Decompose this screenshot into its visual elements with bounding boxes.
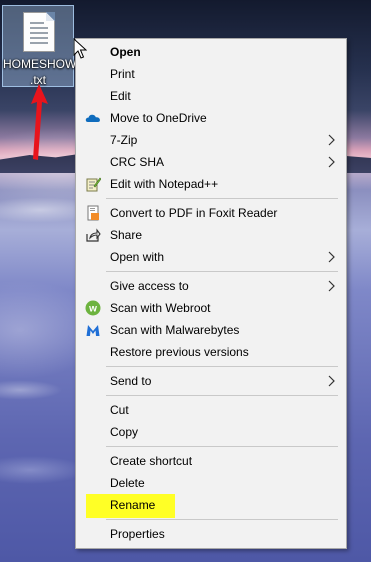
menu-item-delete[interactable]: Delete xyxy=(78,472,344,494)
menu-item-label: Copy xyxy=(110,425,139,439)
menu-separator xyxy=(106,446,338,447)
chevron-right-icon xyxy=(328,156,335,168)
notepad-plus-plus-icon xyxy=(86,177,101,192)
chevron-right-icon xyxy=(328,280,335,292)
chevron-right-icon xyxy=(328,375,335,387)
menu-item-restore-previous-versions[interactable]: Restore previous versions xyxy=(78,341,344,363)
menu-item-label: Edit with Notepad++ xyxy=(110,177,219,191)
menu-item-label: Open xyxy=(110,45,141,59)
menu-separator xyxy=(106,198,338,199)
menu-item-crc-sha[interactable]: CRC SHA xyxy=(78,151,344,173)
chevron-right-icon xyxy=(328,251,335,263)
red-arrow-annotation xyxy=(31,84,48,160)
menu-item-create-shortcut[interactable]: Create shortcut xyxy=(78,450,344,472)
menu-item-label: Cut xyxy=(110,403,129,417)
menu-item-scan-with-malwarebytes[interactable]: Scan with Malwarebytes xyxy=(78,319,344,341)
menu-item-label: Rename xyxy=(110,498,156,512)
foxit-pdf-icon xyxy=(87,205,99,221)
menu-item-label: 7-Zip xyxy=(110,133,138,147)
menu-item-label: Open with xyxy=(110,250,165,264)
malwarebytes-icon xyxy=(86,325,100,336)
menu-item-label: Print xyxy=(110,67,135,81)
menu-item-label: Convert to PDF in Foxit Reader xyxy=(110,206,278,220)
menu-item-edit[interactable]: Edit xyxy=(78,85,344,107)
chevron-right-icon xyxy=(328,134,335,146)
menu-item-share[interactable]: Share xyxy=(78,224,344,246)
menu-item-label: CRC SHA xyxy=(110,155,165,169)
menu-item-label: Properties xyxy=(110,527,165,541)
context-menu: Open Print Edit Move to OneDrive 7-Zip C… xyxy=(75,38,347,549)
menu-separator xyxy=(106,271,338,272)
desktop-file-homeshow[interactable]: HOMESHOW .txt xyxy=(2,5,77,87)
menu-item-label: Restore previous versions xyxy=(110,345,249,359)
onedrive-cloud-icon xyxy=(85,114,100,122)
menu-item-open-with[interactable]: Open with xyxy=(78,246,344,268)
menu-item-give-access-to[interactable]: Give access to xyxy=(78,275,344,297)
menu-item-open[interactable]: Open xyxy=(78,41,344,63)
menu-item-print[interactable]: Print xyxy=(78,63,344,85)
menu-item-label: Share xyxy=(110,228,143,242)
menu-item-scan-with-webroot[interactable]: w Scan with Webroot xyxy=(78,297,344,319)
text-file-icon xyxy=(23,12,55,52)
menu-item-label: Scan with Webroot xyxy=(110,301,211,315)
menu-item-convert-to-pdf-foxit[interactable]: Convert to PDF in Foxit Reader xyxy=(78,202,344,224)
menu-item-label: Edit xyxy=(110,89,131,103)
menu-item-edit-with-notepad-plus-plus[interactable]: Edit with Notepad++ xyxy=(78,173,344,195)
menu-item-7zip[interactable]: 7-Zip xyxy=(78,129,344,151)
menu-item-label: Delete xyxy=(110,476,145,490)
menu-separator xyxy=(106,395,338,396)
share-icon xyxy=(86,228,101,242)
menu-item-label: Give access to xyxy=(110,279,189,293)
menu-item-properties[interactable]: Properties xyxy=(78,523,344,545)
menu-item-label: Move to OneDrive xyxy=(110,111,207,125)
file-name-line1: HOMESHOW xyxy=(3,57,77,71)
menu-item-send-to[interactable]: Send to xyxy=(78,370,344,392)
webroot-icon: w xyxy=(85,300,101,316)
menu-item-cut[interactable]: Cut xyxy=(78,399,344,421)
menu-item-label: Send to xyxy=(110,374,152,388)
menu-item-label: Create shortcut xyxy=(110,454,193,468)
menu-item-move-to-onedrive[interactable]: Move to OneDrive xyxy=(78,107,344,129)
menu-separator xyxy=(106,366,338,367)
svg-text:w: w xyxy=(88,304,97,315)
menu-item-label: Scan with Malwarebytes xyxy=(110,323,240,337)
menu-item-copy[interactable]: Copy xyxy=(78,421,344,443)
menu-item-rename[interactable]: Rename xyxy=(78,494,344,516)
mouse-cursor-icon xyxy=(73,38,87,59)
menu-separator xyxy=(106,519,338,520)
